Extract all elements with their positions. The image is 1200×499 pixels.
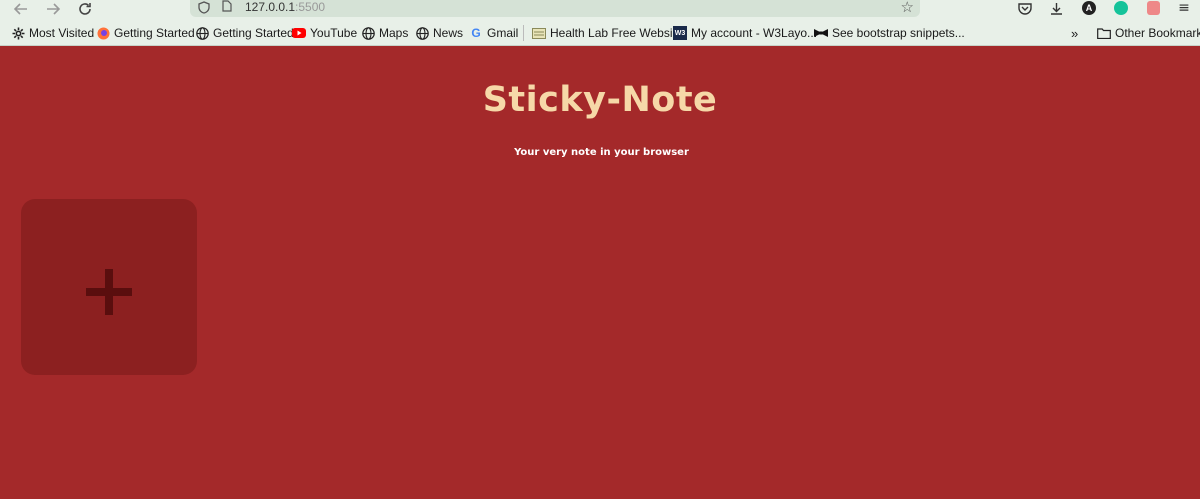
globe-icon: [361, 26, 375, 40]
arrow-right-icon: [47, 3, 60, 15]
page-icon: [222, 0, 232, 12]
shield-icon[interactable]: [198, 1, 210, 14]
bookmark-label: Most Visited: [29, 26, 95, 40]
bookmark-label: See bootstrap snippets...: [832, 26, 965, 40]
plus-icon: [86, 269, 132, 315]
forward-button[interactable]: [42, 0, 64, 18]
globe-icon: [195, 26, 209, 40]
reload-button[interactable]: [74, 0, 96, 18]
gear-icon: [11, 26, 25, 40]
google-icon: G: [471, 26, 481, 40]
bookmark-maps[interactable]: Maps: [361, 26, 408, 40]
globe-icon: [415, 26, 429, 40]
chevron-double-right-icon: »: [1071, 25, 1079, 41]
bookmark-health-lab[interactable]: Health Lab Free Websi...: [532, 26, 683, 40]
arrow-left-icon: [14, 3, 27, 15]
url-port: :5500: [295, 0, 326, 14]
bookmark-bootstrap-snippets[interactable]: See bootstrap snippets...: [814, 26, 965, 40]
bookmark-label: Health Lab Free Websi...: [550, 26, 683, 40]
menu-icon[interactable]: ≡: [1176, 0, 1192, 16]
browser-toolbar: 127.0.0.1:5500 ☆ A ≡: [0, 0, 1200, 20]
bookmark-label: Getting Started: [213, 26, 294, 40]
reload-icon: [79, 3, 91, 15]
bookmark-w3layouts[interactable]: W3 My account - W3Layo...: [673, 26, 817, 40]
bookmark-label: Gmail: [487, 26, 519, 40]
pocket-icon[interactable]: [1017, 0, 1033, 16]
youtube-icon: [292, 26, 306, 40]
site-icon: [532, 26, 546, 40]
bookmark-most-visited[interactable]: Most Visited: [11, 26, 94, 40]
bookmarks-overflow-button[interactable]: »: [1071, 25, 1079, 41]
url-text[interactable]: 127.0.0.1:5500: [245, 0, 325, 14]
firefox-icon: [96, 26, 110, 40]
bookmark-label: Getting Started: [114, 26, 195, 40]
bookmark-separator: [523, 25, 524, 41]
bookmark-getting-started-firefox[interactable]: Getting Started: [96, 26, 195, 40]
extension-icon[interactable]: [1113, 0, 1129, 16]
profile-initial: A: [1082, 1, 1096, 15]
bowtie-icon: [814, 26, 828, 40]
bookmark-gmail[interactable]: G Gmail: [469, 26, 518, 40]
profile-avatar[interactable]: A: [1081, 0, 1097, 16]
page-subtitle: Your very note in your browser: [514, 147, 689, 158]
bookmarks-bar: Most Visited Getting Started Getting Sta…: [0, 20, 1200, 46]
bookmark-label: My account - W3Layo...: [691, 26, 818, 40]
page-title: Sticky-Note: [482, 80, 718, 120]
bookmark-label: News: [433, 26, 464, 40]
back-button[interactable]: [10, 0, 32, 18]
download-icon[interactable]: [1048, 0, 1064, 16]
add-note-button[interactable]: [21, 199, 197, 375]
bookmark-label: Maps: [379, 26, 409, 40]
other-bookmarks-label: Other Bookmarks: [1115, 26, 1200, 40]
bookmark-label: YouTube: [310, 26, 358, 40]
star-icon[interactable]: ☆: [901, 0, 914, 16]
folder-icon: [1097, 26, 1111, 40]
other-bookmarks[interactable]: Other Bookmarks: [1097, 26, 1200, 40]
bookmark-youtube[interactable]: YouTube: [292, 26, 357, 40]
w3-icon: W3: [673, 26, 687, 40]
bookmark-getting-started[interactable]: Getting Started: [195, 26, 294, 40]
bookmark-news[interactable]: News: [415, 26, 463, 40]
address-bar[interactable]: 127.0.0.1:5500 ☆: [190, 0, 920, 17]
extension-red-icon[interactable]: [1145, 0, 1161, 16]
url-host: 127.0.0.1: [245, 0, 296, 14]
